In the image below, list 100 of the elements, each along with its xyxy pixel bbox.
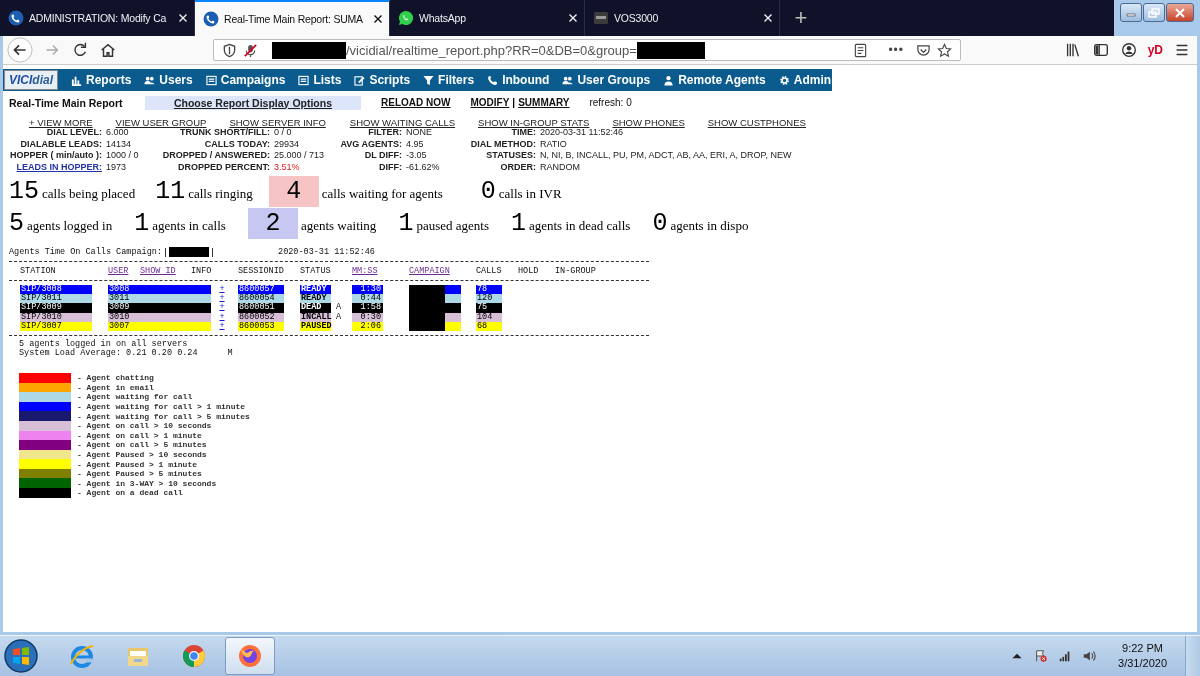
column-header: STATUS (300, 266, 332, 276)
column-header[interactable]: USER (108, 266, 140, 276)
reader-view-icon[interactable] (853, 42, 869, 58)
table-cell: 1:30 (352, 285, 383, 295)
stat-link[interactable]: LEADS IN HOPPER: (3, 161, 102, 173)
table-timestamp: 2020-03-31 11:52:46 (278, 247, 375, 257)
column-header[interactable]: SHOW ID (140, 266, 191, 276)
table-cell: 0:30 (352, 312, 383, 322)
column-header: IN-GROUP (555, 266, 597, 276)
table-cell: 104 (476, 312, 502, 322)
account-icon[interactable] (1119, 41, 1138, 59)
column-header[interactable]: MM:SS (352, 266, 409, 276)
flag-warning-icon[interactable] (1034, 649, 1049, 663)
column-header[interactable]: CAMPAIGN (409, 266, 476, 276)
info-link[interactable]: + (216, 294, 228, 304)
menu-item[interactable]: Campaigns (205, 73, 286, 87)
table-cell: 2:06 (352, 321, 383, 331)
stat-value: RATIO (540, 138, 568, 150)
summary-link[interactable]: SUMMARY (518, 97, 570, 108)
taskbar-app[interactable] (225, 637, 275, 675)
count-label: calls waiting for agents (321, 185, 443, 202)
stat-label: STATUSES: (485, 150, 536, 162)
info-link[interactable]: + (216, 312, 228, 322)
separator-text: | (512, 97, 516, 108)
report-link[interactable]: SHOW CUSTPHONES (707, 117, 806, 128)
users-icon (562, 74, 574, 86)
globe-e-icon (68, 642, 96, 670)
report-link[interactable]: SHOW IN-GROUP STATS (478, 117, 590, 128)
stat-label: AVG AGENTS: (340, 138, 402, 150)
home-button[interactable] (99, 41, 117, 59)
table-cell: 68 (476, 321, 502, 331)
info-link[interactable]: + (216, 285, 228, 295)
menu-item[interactable]: Filters (423, 73, 475, 87)
users-icon (144, 74, 156, 86)
count-number: 1 (134, 207, 150, 239)
table-cell: SIP/3009 (20, 303, 92, 313)
table-cell: 3008 (108, 285, 211, 295)
legend-text: - Agent on a dead call (77, 488, 183, 498)
count-label: agents in calls (152, 217, 226, 234)
modify-link[interactable]: MODIFY (470, 97, 510, 108)
pocket-icon[interactable] (916, 42, 931, 58)
legend-text: - Agent on call > 10 seconds (77, 421, 212, 431)
close-window-button[interactable] (1166, 3, 1194, 22)
new-tab-button[interactable]: + (780, 0, 816, 36)
summary-text: System Load Average: 0.21 0.20 0.24 (19, 349, 198, 359)
sidebar-icon[interactable] (1091, 41, 1110, 59)
stat-value: N, NI, B, INCALL, PU, PM, ADCT, AB, AA, ERI, A, DROP, NEW (540, 150, 793, 162)
table-cell: 3011 (108, 294, 211, 304)
menu-item[interactable]: Admin (778, 73, 832, 87)
stat-label: DROPPED / ANSWERED: (161, 150, 270, 162)
menu-item[interactable]: Remote Agents (663, 73, 766, 87)
info-link[interactable]: + (216, 303, 228, 313)
back-button[interactable] (7, 37, 33, 63)
restore-button[interactable] (1143, 3, 1165, 22)
clock-time: 9:22 PM (1122, 641, 1163, 656)
reload-link[interactable]: RELOAD NOW (381, 97, 451, 108)
column-header: STATION (20, 266, 57, 276)
report-link[interactable]: SHOW PHONES (612, 117, 685, 128)
minimize-button[interactable] (1120, 3, 1142, 22)
speaker-icon[interactable] (1082, 649, 1097, 663)
stat-label: TRUNK SHORT/FILL: (179, 127, 270, 139)
menu-item[interactable]: Reports (71, 73, 132, 87)
browser-tab[interactable]: VOS3000 (585, 0, 780, 36)
report-link[interactable]: SHOW WAITING CALLS (349, 117, 456, 128)
clock[interactable]: 9:22 PM 3/31/2020 (1118, 641, 1167, 671)
redaction-block (636, 41, 705, 59)
legend-text: - Agent in 3-WAY > 10 seconds (77, 478, 217, 488)
menu-item[interactable]: Users (144, 73, 193, 87)
display-options-button[interactable]: Choose Report Display Options (145, 95, 361, 110)
start-button[interactable] (3, 638, 39, 674)
report-link[interactable]: SHOW SERVER INFO (229, 117, 326, 128)
extension-label[interactable]: yD (1147, 43, 1163, 57)
table-caption: Agents Time On Calls Campaign: (9, 247, 163, 257)
menu-item[interactable]: Scripts (354, 73, 411, 87)
menu-item[interactable]: User Groups (562, 73, 651, 87)
logo[interactable]: VICIdial (4, 70, 58, 90)
table-cell: INCALL (300, 312, 331, 322)
clock-date: 3/31/2020 (1118, 656, 1167, 671)
browser-tab[interactable]: ADMINISTRATION: Modify Ca (0, 0, 195, 36)
more-actions-button[interactable]: ••• (888, 43, 904, 57)
stat-label: DL DIFF: (363, 150, 402, 162)
menu-item[interactable]: Lists (298, 73, 342, 87)
close-icon[interactable] (373, 14, 383, 24)
stat-value: 14134 (106, 138, 133, 150)
report-link[interactable]: + VIEW MORE (29, 117, 93, 128)
browser-tab[interactable]: WhatsApp (390, 0, 585, 36)
report-link[interactable]: VIEW USER GROUP (115, 117, 207, 128)
menu-item[interactable]: Inbound (487, 73, 550, 87)
browser-tab[interactable]: Real-Time Main Report: SUMA (195, 0, 390, 36)
reload-button[interactable] (71, 41, 89, 59)
count-label: paused agents (416, 217, 489, 234)
stat-label: DROPPED PERCENT: (177, 161, 270, 173)
table-cell: 3007 (108, 321, 211, 331)
star-icon[interactable] (937, 42, 952, 58)
table-cell: SIP/3007 (20, 321, 92, 331)
address-field[interactable]: /vicidial/realtime_report.php?RR=0&DB=0&group= ••• (213, 39, 961, 61)
phone-icon (487, 74, 499, 86)
info-link[interactable]: + (216, 321, 228, 331)
legend-text: - Agent in email (77, 382, 154, 392)
call-type-text: A (336, 312, 341, 322)
